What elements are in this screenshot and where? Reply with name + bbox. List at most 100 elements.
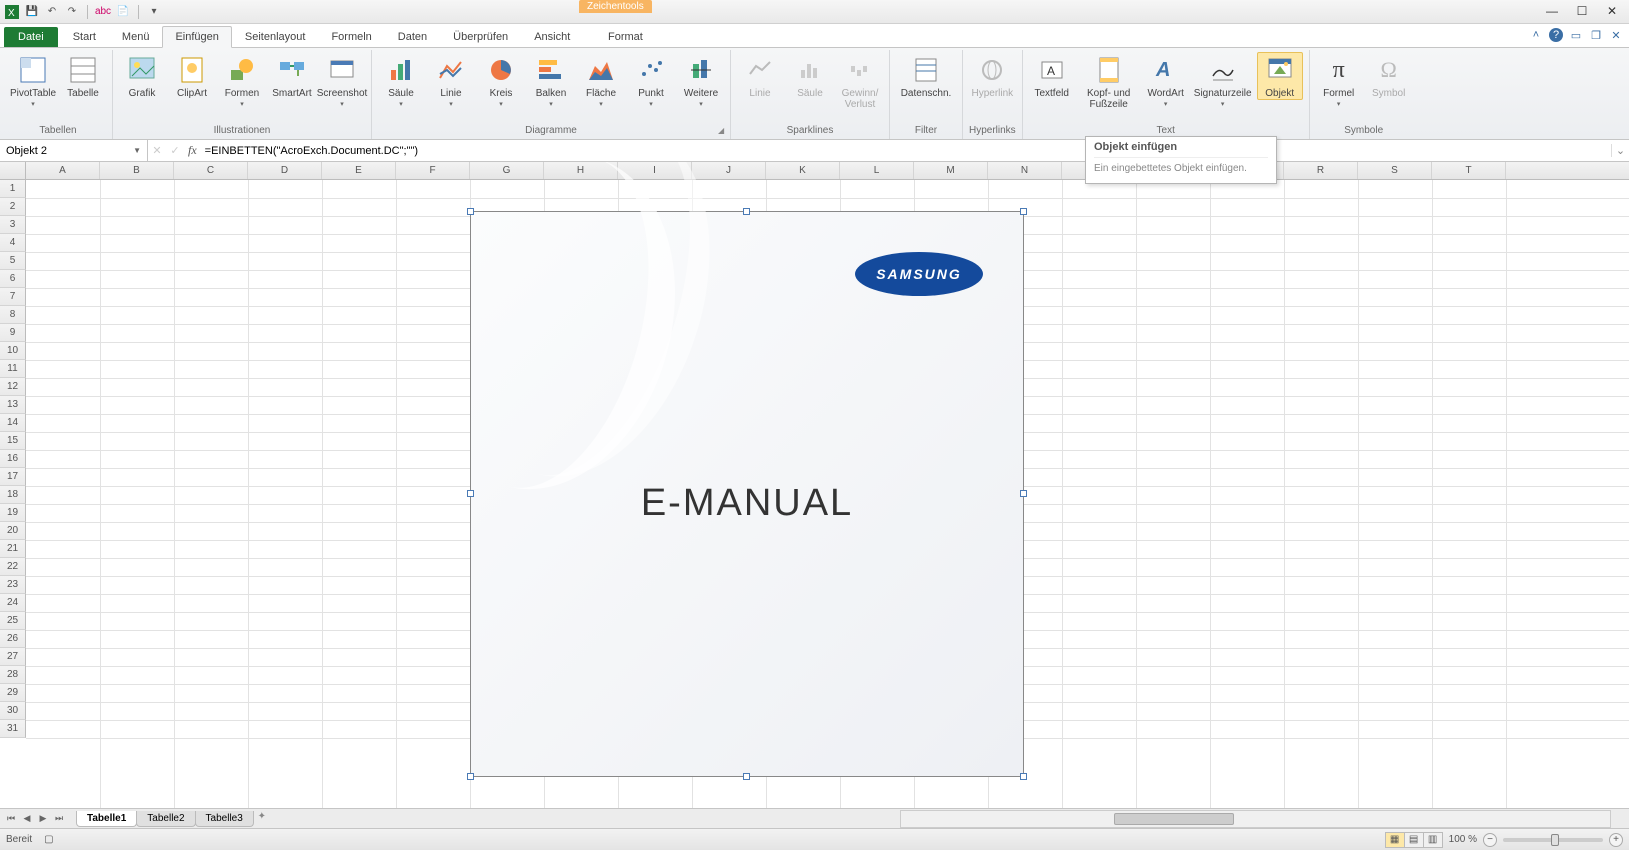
row-header[interactable]: 28 <box>0 666 26 684</box>
row-header[interactable]: 13 <box>0 396 26 414</box>
row-header[interactable]: 1 <box>0 180 26 198</box>
row-header[interactable]: 9 <box>0 324 26 342</box>
sheet-last-icon[interactable]: ⏭ <box>52 813 66 824</box>
row-header[interactable]: 2 <box>0 198 26 216</box>
row-header[interactable]: 31 <box>0 720 26 738</box>
zoom-in-button[interactable]: + <box>1609 833 1623 847</box>
col-header[interactable]: A <box>26 162 100 179</box>
name-box-dropdown-icon[interactable]: ▼ <box>133 146 141 155</box>
sheet-first-icon[interactable]: ⏮ <box>4 813 18 824</box>
col-header[interactable]: D <box>248 162 322 179</box>
linie-button[interactable]: Linie▾ <box>428 52 474 108</box>
resize-handle[interactable] <box>467 490 474 497</box>
resize-handle[interactable] <box>743 208 750 215</box>
clipart-button[interactable]: ClipArt <box>169 52 215 99</box>
kreis-button[interactable]: Kreis▾ <box>478 52 524 108</box>
minimize-button[interactable]: — <box>1539 2 1565 20</box>
smartart-button[interactable]: SmartArt <box>269 52 315 99</box>
tab-uberprufen[interactable]: Überprüfen <box>440 26 521 47</box>
formula-input[interactable] <box>201 145 1611 157</box>
zoom-slider[interactable] <box>1503 838 1603 842</box>
symbol-button[interactable]: ΩSymbol <box>1366 52 1412 99</box>
file-tab[interactable]: Datei <box>4 27 58 47</box>
pivottable-button[interactable]: PivotTable▾ <box>10 52 56 108</box>
view-pagelayout-icon[interactable]: ▤ <box>1404 832 1424 848</box>
wordart-button[interactable]: AWordArt▾ <box>1143 52 1189 108</box>
hyperlink-button[interactable]: Hyperlink <box>969 52 1015 99</box>
row-header[interactable]: 11 <box>0 360 26 378</box>
row-header[interactable]: 21 <box>0 540 26 558</box>
accept-formula-icon[interactable]: ✓ <box>166 144 184 157</box>
window-restore-icon[interactable]: ❐ <box>1589 28 1603 42</box>
zoom-out-button[interactable]: − <box>1483 833 1497 847</box>
kopffuss-button[interactable]: Kopf- und Fußzeile <box>1079 52 1139 110</box>
name-box-input[interactable] <box>6 145 106 157</box>
row-header[interactable]: 6 <box>0 270 26 288</box>
balken-button[interactable]: Balken▾ <box>528 52 574 108</box>
row-header[interactable]: 22 <box>0 558 26 576</box>
new-sheet-icon[interactable]: ✦ <box>253 811 271 827</box>
spark-saule-button[interactable]: Säule <box>787 52 833 99</box>
resize-handle[interactable] <box>743 773 750 780</box>
window-min2-icon[interactable]: ▭ <box>1569 28 1583 42</box>
spark-linie-button[interactable]: Linie <box>737 52 783 99</box>
ribbon-minimize-icon[interactable]: ˄ <box>1529 28 1543 42</box>
row-header[interactable]: 24 <box>0 594 26 612</box>
tab-seitenlayout[interactable]: Seitenlayout <box>232 26 319 47</box>
save-icon[interactable]: 💾 <box>24 4 40 20</box>
window-close2-icon[interactable]: ✕ <box>1609 28 1623 42</box>
row-header[interactable]: 23 <box>0 576 26 594</box>
qat-custom2-icon[interactable]: 📄 <box>115 4 131 20</box>
diagramme-launcher-icon[interactable]: ◢ <box>718 126 728 136</box>
textfeld-button[interactable]: ATextfeld <box>1029 52 1075 99</box>
sheet-next-icon[interactable]: ▶ <box>36 813 50 824</box>
horizontal-scrollbar[interactable] <box>900 810 1611 828</box>
col-header[interactable]: T <box>1432 162 1506 179</box>
resize-handle[interactable] <box>467 208 474 215</box>
col-header[interactable]: J <box>692 162 766 179</box>
col-header[interactable]: B <box>100 162 174 179</box>
col-header[interactable]: R <box>1284 162 1358 179</box>
col-header[interactable]: N <box>988 162 1062 179</box>
qat-dropdown-icon[interactable]: ▾ <box>146 4 162 20</box>
col-header[interactable]: S <box>1358 162 1432 179</box>
maximize-button[interactable]: ☐ <box>1569 2 1595 20</box>
datenschn-button[interactable]: Datenschn. <box>896 52 956 99</box>
grafik-button[interactable]: Grafik <box>119 52 165 99</box>
row-header[interactable]: 29 <box>0 684 26 702</box>
redo-icon[interactable]: ↷ <box>64 4 80 20</box>
spreadsheet-grid[interactable]: ABCDEFGHIJKLMNOPQRST 1234567891011121314… <box>0 162 1629 808</box>
row-header[interactable]: 17 <box>0 468 26 486</box>
row-header[interactable]: 15 <box>0 432 26 450</box>
punkt-button[interactable]: Punkt▾ <box>628 52 674 108</box>
help-icon[interactable]: ? <box>1549 28 1563 42</box>
row-header[interactable]: 25 <box>0 612 26 630</box>
macro-record-icon[interactable]: ▢ <box>44 834 53 845</box>
row-header[interactable]: 8 <box>0 306 26 324</box>
name-box[interactable]: ▼ <box>0 140 148 161</box>
tabelle-button[interactable]: Tabelle <box>60 52 106 99</box>
row-header[interactable]: 10 <box>0 342 26 360</box>
tab-daten[interactable]: Daten <box>385 26 440 47</box>
row-header[interactable]: 30 <box>0 702 26 720</box>
col-header[interactable]: M <box>914 162 988 179</box>
formula-expand-icon[interactable]: ⌄ <box>1611 144 1629 157</box>
col-header[interactable]: L <box>840 162 914 179</box>
row-header[interactable]: 14 <box>0 414 26 432</box>
tab-formeln[interactable]: Formeln <box>318 26 384 47</box>
row-header[interactable]: 12 <box>0 378 26 396</box>
resize-handle[interactable] <box>1020 208 1027 215</box>
tab-menu[interactable]: Menü <box>109 26 163 47</box>
row-header[interactable]: 7 <box>0 288 26 306</box>
col-header[interactable]: E <box>322 162 396 179</box>
tab-einfugen[interactable]: Einfügen <box>162 26 231 48</box>
row-header[interactable]: 5 <box>0 252 26 270</box>
embedded-object[interactable]: SAMSUNG E-MANUAL <box>470 211 1024 777</box>
row-header[interactable]: 26 <box>0 630 26 648</box>
row-header[interactable]: 3 <box>0 216 26 234</box>
formel-button[interactable]: πFormel▾ <box>1316 52 1362 108</box>
qat-custom-icon[interactable]: abc <box>95 4 111 20</box>
row-header[interactable]: 4 <box>0 234 26 252</box>
tab-ansicht[interactable]: Ansicht <box>521 26 583 47</box>
view-normal-icon[interactable]: ▦ <box>1385 832 1405 848</box>
